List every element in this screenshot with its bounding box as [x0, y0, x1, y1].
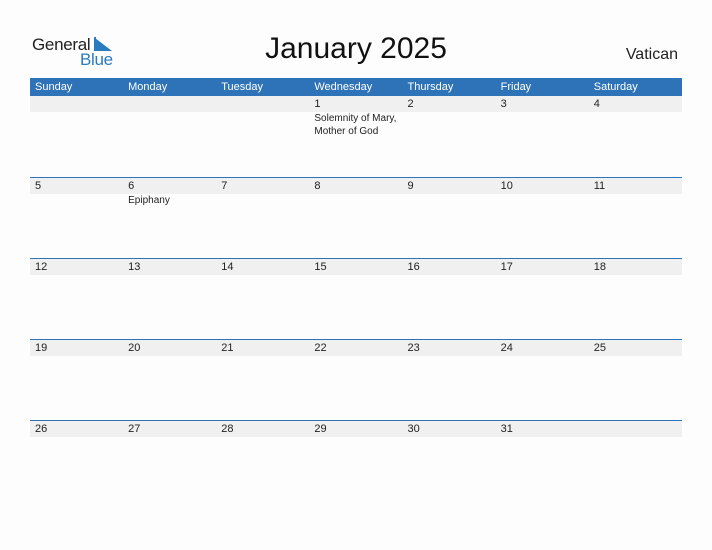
- day-number: 7: [221, 180, 228, 192]
- weekday-header: Sunday Monday Tuesday Wednesday Thursday…: [30, 78, 682, 96]
- week-row: 26 27 28 29 30 31: [30, 420, 682, 501]
- week-row: 19 20 21 22 23 24 25: [30, 339, 682, 420]
- day-number: 28: [221, 423, 234, 435]
- day-number: 22: [314, 342, 327, 354]
- date-band: 19 20 21 22 23 24 25: [30, 340, 682, 356]
- day-number: 10: [500, 180, 513, 192]
- day-number: 8: [314, 180, 321, 192]
- day-number: 20: [128, 342, 141, 354]
- day-number: 11: [593, 180, 606, 192]
- day-number: 1: [314, 98, 321, 110]
- day-number: [30, 96, 123, 112]
- holiday-label: [30, 194, 123, 207]
- day-number: 18: [593, 261, 606, 273]
- day-number: 27: [128, 423, 141, 435]
- day-number: [589, 421, 682, 437]
- day-number: 17: [500, 261, 513, 273]
- day-number: 31: [500, 423, 513, 435]
- holiday-label: [216, 112, 309, 138]
- holiday-label: Epiphany: [128, 195, 170, 206]
- day-number: [216, 96, 309, 112]
- week-row: 1 2 3 4 Solemnity of Mary, Mother of God: [30, 96, 682, 177]
- date-band: 12 13 14 15 16 17 18: [30, 259, 682, 275]
- holiday-label: Solemnity of Mary, Mother of God: [314, 113, 397, 137]
- holiday-label: [309, 194, 402, 207]
- holiday-label: [589, 112, 682, 138]
- day-number: 14: [221, 261, 234, 273]
- holiday-row: Epiphany: [30, 194, 682, 207]
- weekday-wednesday: Wednesday: [314, 81, 373, 93]
- day-number: 16: [407, 261, 420, 273]
- day-number: 15: [314, 261, 327, 273]
- day-number: 30: [407, 423, 420, 435]
- holiday-label: [496, 112, 589, 138]
- day-number: 24: [500, 342, 513, 354]
- country-label: Vatican: [625, 46, 678, 63]
- day-number: [123, 96, 216, 112]
- day-number: 13: [128, 261, 141, 273]
- weekday-tuesday: Tuesday: [221, 81, 264, 93]
- holiday-label: [589, 194, 682, 207]
- week-row: 5 6 7 8 9 10 11 Epiphany: [30, 177, 682, 258]
- day-number: 4: [593, 98, 600, 110]
- holiday-row: Solemnity of Mary, Mother of God: [30, 112, 682, 138]
- day-number: 26: [35, 423, 48, 435]
- holiday-label: [123, 112, 216, 138]
- weekday-monday: Monday: [128, 81, 168, 93]
- day-number: 2: [407, 98, 414, 110]
- day-number: 12: [35, 261, 48, 273]
- holiday-label: [403, 112, 496, 138]
- holiday-label: [403, 194, 496, 207]
- date-band: 1 2 3 4: [30, 96, 682, 112]
- date-band: 26 27 28 29 30 31: [30, 421, 682, 437]
- day-number: 5: [35, 180, 42, 192]
- holiday-label: [30, 112, 123, 138]
- day-number: 19: [35, 342, 48, 354]
- day-number: 9: [407, 180, 414, 192]
- weekday-sunday: Sunday: [35, 81, 73, 93]
- weekday-thursday: Thursday: [407, 81, 454, 93]
- day-number: 21: [221, 342, 234, 354]
- week-row: 12 13 14 15 16 17 18: [30, 258, 682, 339]
- holiday-label: [216, 194, 309, 207]
- day-number: 3: [500, 98, 507, 110]
- date-band: 5 6 7 8 9 10 11: [30, 178, 682, 194]
- weekday-friday: Friday: [500, 81, 532, 93]
- weekday-saturday: Saturday: [593, 81, 638, 93]
- day-number: 6: [128, 180, 135, 192]
- calendar-title: January 2025: [265, 32, 447, 65]
- day-number: 25: [593, 342, 606, 354]
- calendar-grid: Sunday Monday Tuesday Wednesday Thursday…: [30, 78, 682, 501]
- day-number: 29: [314, 423, 327, 435]
- day-number: 23: [407, 342, 420, 354]
- holiday-label: [496, 194, 589, 207]
